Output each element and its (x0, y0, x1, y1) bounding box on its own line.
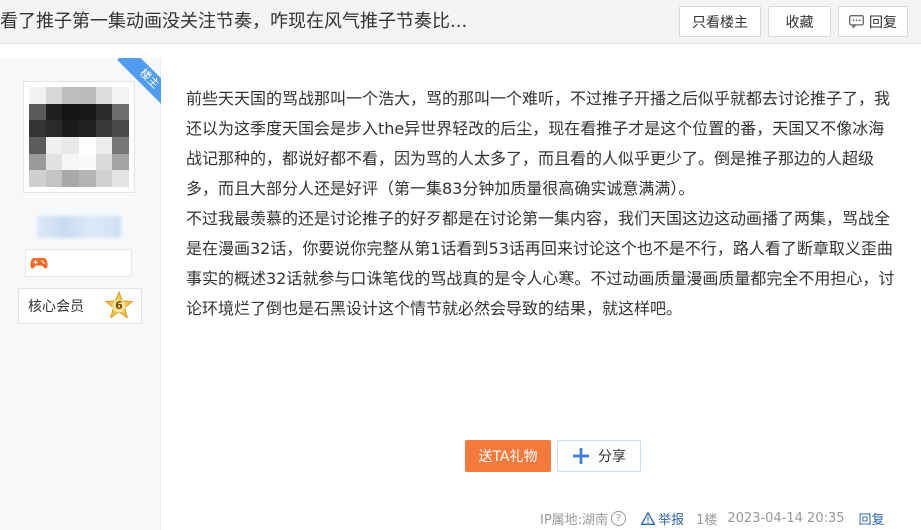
username-redacted[interactable] (37, 216, 121, 238)
plus-icon (573, 448, 589, 464)
favorite-button[interactable]: 收藏 (768, 6, 831, 37)
post-timestamp: 2023-04-14 20:35 (727, 510, 845, 526)
user-badge-row (25, 249, 132, 277)
gamepad-icon (30, 258, 48, 269)
reply-button[interactable]: 回复 (838, 6, 908, 37)
report-link[interactable]: 举报 (641, 509, 684, 528)
ip-location: IP属地:湖南 (540, 512, 609, 528)
report-label: 举报 (658, 512, 685, 528)
floor-number: 1楼 (696, 512, 718, 528)
thread-header: 看了推子第一集动画没关注节奏，咋现在风气推子节奏比... 只看楼主 收藏 回复 (0, 0, 921, 44)
post-content: 前些天天国的骂战那叫一个浩大，骂的那叫一个难听，不过推子开播之后似乎就都去讨论推… (186, 84, 898, 324)
send-gift-button[interactable]: 送TA礼物 (465, 440, 551, 472)
only-op-button[interactable]: 只看楼主 (679, 6, 761, 37)
share-label: 分享 (598, 449, 626, 465)
reply-label: 回复 (869, 14, 897, 31)
post-paragraph: 不过我最羡慕的还是讨论推子的好歹都是在讨论第一集内容，我们天国这边这动画播了两集… (186, 209, 895, 318)
user-sidebar: 楼主 核心会员 6 (0, 58, 161, 530)
post-meta: IP属地:湖南 ? 举报 1楼 2023-04-14 20:35 回复 (540, 508, 885, 528)
member-level-box[interactable]: 核心会员 6 (18, 288, 142, 324)
reply-link[interactable]: 回复 (859, 509, 885, 528)
only-op-label: 只看楼主 (692, 14, 748, 31)
post-paragraph: 前些天天国的骂战那叫一个浩大，骂的那叫一个难听，不过推子开播之后似乎就都去讨论推… (186, 89, 891, 198)
warning-icon (641, 511, 656, 525)
comment-icon (849, 15, 864, 28)
member-label: 核心会员 (28, 299, 84, 315)
level-number: 6 (115, 299, 123, 312)
avatar-frame[interactable] (23, 81, 135, 193)
question-icon[interactable]: ? (611, 510, 627, 526)
share-button[interactable]: 分享 (557, 440, 641, 472)
avatar[interactable] (29, 87, 129, 187)
post-actions: 送TA礼物 分享 (465, 440, 641, 472)
gift-label: 送TA礼物 (478, 449, 538, 465)
thread-title: 看了推子第一集动画没关注节奏，咋现在风气推子节奏比... (0, 11, 468, 32)
favorite-label: 收藏 (785, 14, 814, 31)
